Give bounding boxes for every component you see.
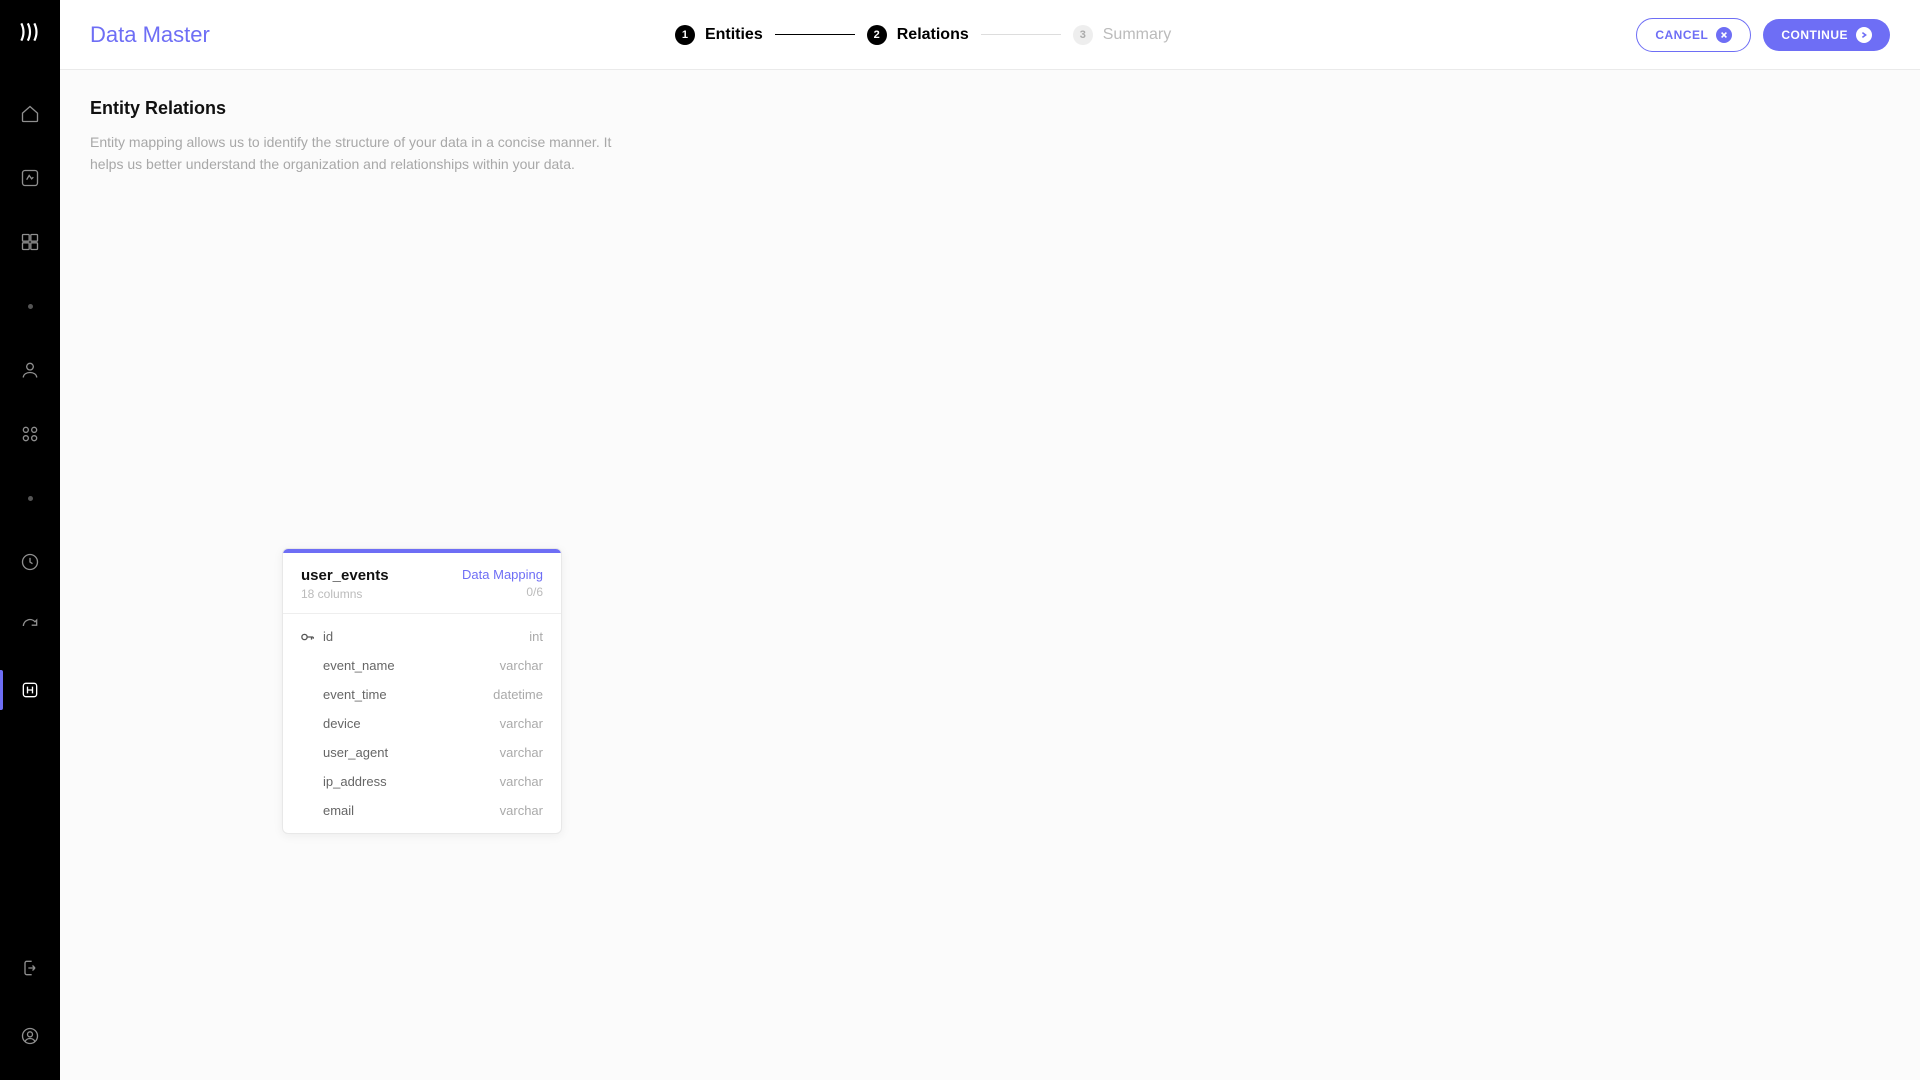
app-title: Data Master bbox=[90, 22, 210, 48]
nav-items bbox=[0, 100, 60, 954]
nav-activity[interactable] bbox=[0, 548, 60, 576]
step-label: Relations bbox=[897, 26, 969, 44]
nav-integrations[interactable] bbox=[0, 420, 60, 448]
nav-tables[interactable] bbox=[0, 228, 60, 256]
nav-bottom bbox=[0, 954, 60, 1080]
column-row[interactable]: event_time datetime bbox=[283, 680, 561, 709]
nav-account[interactable] bbox=[0, 1022, 60, 1050]
column-type: datetime bbox=[493, 687, 543, 702]
cancel-label: CANCEL bbox=[1655, 28, 1708, 42]
section-title: Entity Relations bbox=[90, 98, 1890, 119]
column-name: id bbox=[301, 629, 333, 644]
nav-refresh[interactable] bbox=[0, 612, 60, 640]
stepper: 1 Entities 2 Relations 3 Summary bbox=[230, 25, 1617, 45]
column-type: varchar bbox=[500, 658, 543, 673]
nav-dashboard[interactable] bbox=[0, 164, 60, 192]
column-name: email bbox=[301, 803, 354, 818]
step-entities[interactable]: 1 Entities bbox=[675, 25, 763, 45]
nav-separator-2 bbox=[0, 484, 60, 512]
step-connector bbox=[775, 34, 855, 35]
column-row[interactable]: device varchar bbox=[283, 709, 561, 738]
nav-users[interactable] bbox=[0, 356, 60, 384]
column-row[interactable]: event_name varchar bbox=[283, 651, 561, 680]
nav-logout[interactable] bbox=[0, 954, 60, 982]
step-connector bbox=[981, 34, 1061, 35]
column-row[interactable]: email varchar bbox=[283, 796, 561, 825]
entity-column-count: 18 columns bbox=[301, 587, 389, 601]
step-label: Summary bbox=[1103, 26, 1171, 44]
continue-label: CONTINUE bbox=[1781, 28, 1848, 42]
entity-header: user_events 18 columns Data Mapping 0/6 bbox=[283, 553, 561, 614]
main: Data Master 1 Entities 2 Relations 3 Sum… bbox=[60, 0, 1920, 1080]
content: Entity Relations Entity mapping allows u… bbox=[60, 70, 1920, 1080]
column-type: varchar bbox=[500, 716, 543, 731]
entity-columns: idintevent_namevarcharevent_timedatetime… bbox=[283, 614, 561, 833]
step-label: Entities bbox=[705, 26, 763, 44]
step-num: 2 bbox=[867, 25, 887, 45]
column-name: user_agent bbox=[301, 745, 388, 760]
cancel-button[interactable]: CANCEL bbox=[1636, 18, 1751, 52]
step-num: 1 bbox=[675, 25, 695, 45]
column-type: varchar bbox=[500, 774, 543, 789]
step-num: 3 bbox=[1073, 25, 1093, 45]
column-name: device bbox=[301, 716, 361, 731]
app-logo-icon[interactable] bbox=[12, 14, 48, 50]
nav-home[interactable] bbox=[0, 100, 60, 128]
column-row[interactable]: id int bbox=[283, 622, 561, 651]
continue-button[interactable]: CONTINUE bbox=[1763, 19, 1890, 51]
step-summary[interactable]: 3 Summary bbox=[1073, 25, 1171, 45]
column-row[interactable]: user_agent varchar bbox=[283, 738, 561, 767]
data-mapping-link[interactable]: Data Mapping bbox=[462, 567, 543, 582]
key-icon bbox=[301, 632, 315, 642]
header: Data Master 1 Entities 2 Relations 3 Sum… bbox=[60, 0, 1920, 70]
column-name: event_name bbox=[301, 658, 395, 673]
column-name: ip_address bbox=[301, 774, 387, 789]
section-desc: Entity mapping allows us to identify the… bbox=[90, 131, 630, 176]
column-type: varchar bbox=[500, 745, 543, 760]
entity-card[interactable]: user_events 18 columns Data Mapping 0/6 … bbox=[282, 548, 562, 834]
column-type: int bbox=[529, 629, 543, 644]
header-actions: CANCEL CONTINUE bbox=[1636, 18, 1890, 52]
nav-separator-1 bbox=[0, 292, 60, 320]
mapping-progress: 0/6 bbox=[462, 585, 543, 599]
entity-name: user_events bbox=[301, 567, 389, 584]
column-row[interactable]: ip_address varchar bbox=[283, 767, 561, 796]
column-name: event_time bbox=[301, 687, 387, 702]
sidebar bbox=[0, 0, 60, 1080]
arrow-right-icon bbox=[1856, 27, 1872, 43]
close-icon bbox=[1716, 27, 1732, 43]
step-relations[interactable]: 2 Relations bbox=[867, 25, 969, 45]
nav-data-master[interactable] bbox=[0, 676, 60, 704]
column-type: varchar bbox=[500, 803, 543, 818]
